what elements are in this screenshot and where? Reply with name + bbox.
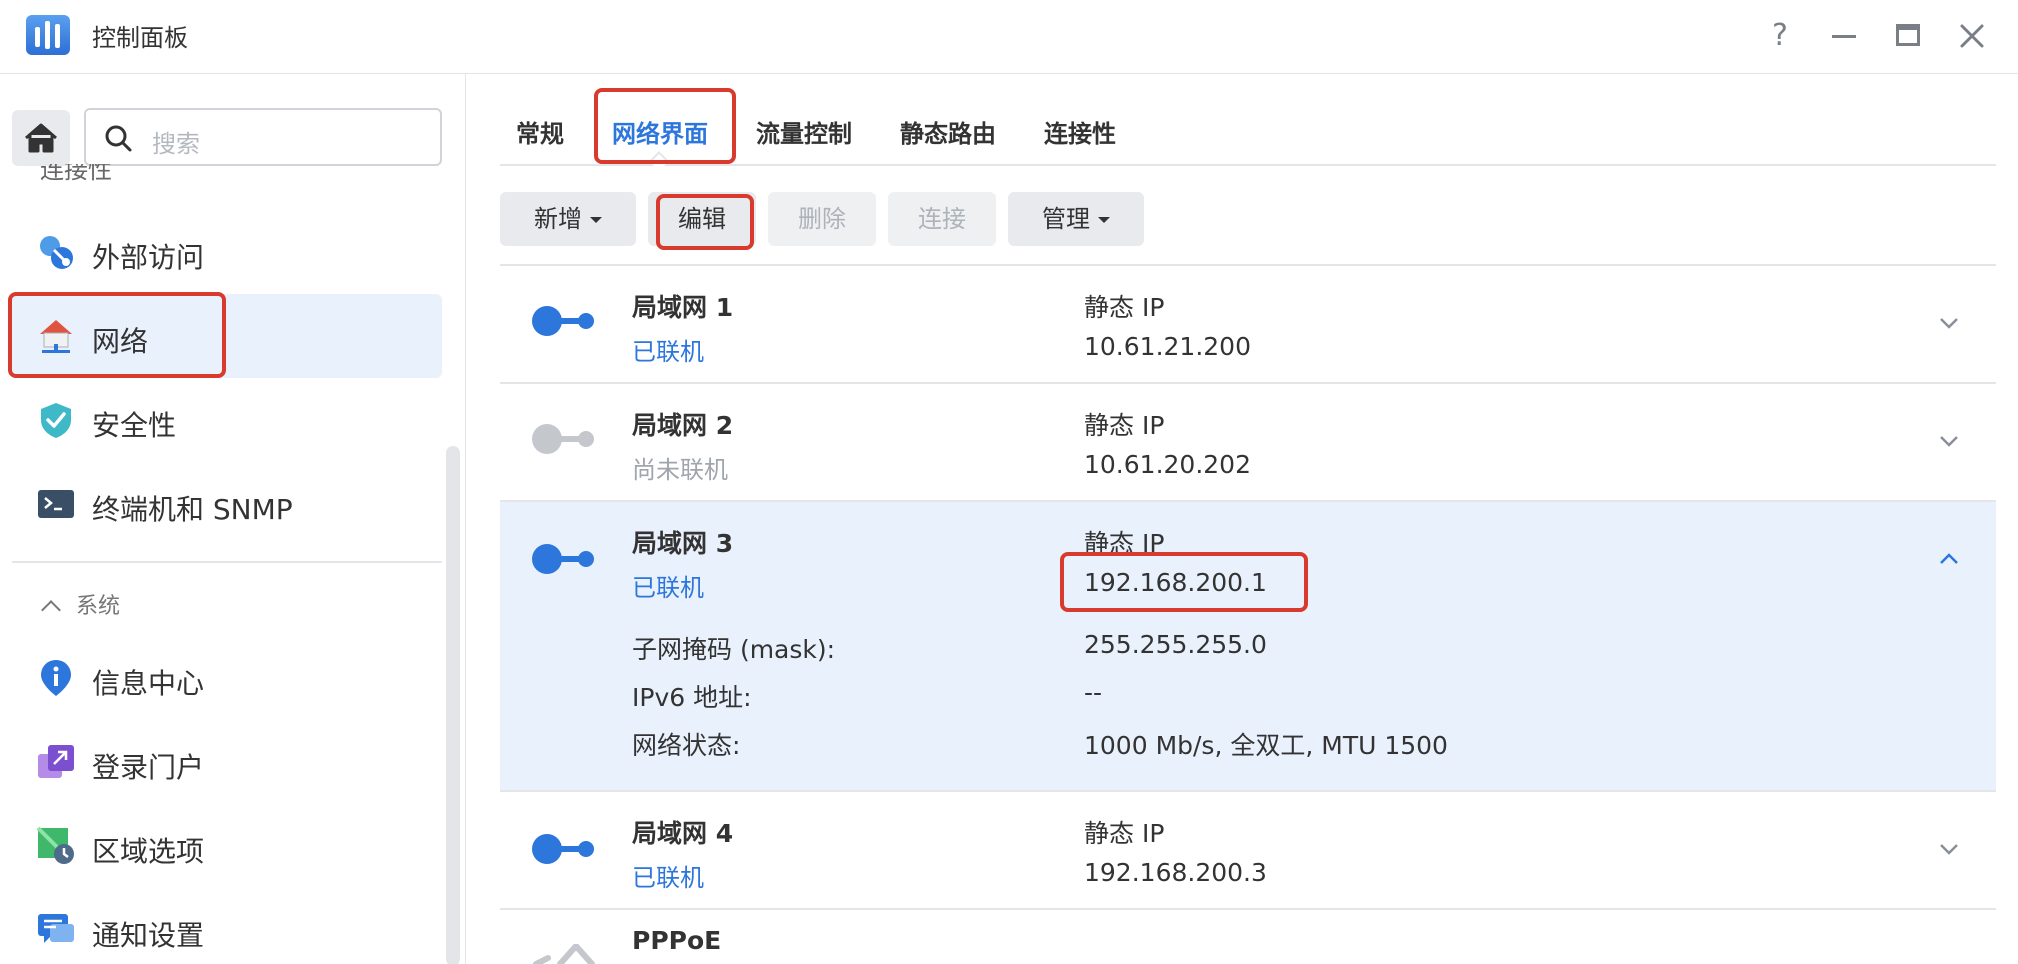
search-box[interactable]: 搜索 [84,108,442,166]
chevron-down-icon[interactable] [1938,312,1960,334]
interface-row-lan2[interactable]: 局域网 2 尚未联机 静态 IP 10.61.20.202 [500,384,1996,502]
sidebar-item-label: 登录门户 [92,751,205,784]
minimize-icon [1832,35,1856,38]
sidebar-item-connectivity-partial[interactable]: 连接性 [40,164,112,184]
shield-icon [41,403,71,438]
interface-ip: 10.61.21.200 [1084,332,1251,361]
interface-ip: 192.168.200.3 [1084,858,1267,887]
delete-button[interactable]: 删除 [768,192,876,246]
pppoe-icon [533,944,595,964]
maximize-icon [1896,24,1920,46]
maximize-button[interactable] [1886,14,1930,58]
home-icon [25,123,57,153]
sidebar-item-label: 外部访问 [92,241,205,274]
sidebar-scrollbar[interactable] [446,446,460,964]
region-icon [36,826,74,864]
sidebar-item-label: 安全性 [92,409,177,442]
sidebar-item-security[interactable]: 安全性 [12,378,442,462]
sidebar-item-notifications[interactable]: 通知设置 [12,888,442,964]
sidebar: 搜索 连接性 外部访问 网络 安全性 终端机和 SNMP 系统 信息中心 登录门… [0,74,466,964]
interface-status: 已联机 [632,864,704,892]
interface-type: 静态 IP [1084,293,1165,322]
tab-bar: 常规 网络界面 流量控制 静态路由 连接性 [500,74,1996,171]
minimize-button[interactable] [1822,14,1866,58]
sidebar-item-label: 信息中心 [92,667,205,700]
detail-label-ipv6: IPv6 地址: [632,683,752,712]
chevron-down-icon[interactable] [1938,430,1960,452]
port-connected-icon [532,834,596,864]
interface-list: 局域网 1 已联机 静态 IP 10.61.21.200 局域网 2 尚未联机 … [500,264,1996,964]
interface-type: 静态 IP [1084,819,1165,848]
chevron-down-icon[interactable] [1938,838,1960,860]
external-access-icon [40,236,73,269]
chevron-up-icon [41,600,61,620]
highlight-network [8,292,226,378]
highlight-edit [656,194,754,250]
interface-name: 局域网 2 [632,411,734,440]
control-panel-icon [26,15,70,55]
interface-name: 局域网 4 [632,819,734,848]
login-portal-icon [38,745,74,778]
sidebar-item-label: 区域选项 [92,835,205,868]
interface-ip: 10.61.20.202 [1084,450,1251,479]
sidebar-item-external-access[interactable]: 外部访问 [12,210,442,294]
close-icon [1960,24,1984,48]
detail-value-status: 1000 Mb/s, 全双工, MTU 1500 [1084,731,1448,760]
search-icon [105,125,132,152]
sidebar-item-label: 终端机和 SNMP [92,493,293,526]
interface-row-lan3[interactable]: 局域网 3 已联机 静态 IP 192.168.200.1 子网掩码 (mask… [500,502,1996,792]
connect-button[interactable]: 连接 [888,192,996,246]
tab-connectivity[interactable]: 连接性 [1044,114,1116,149]
sidebar-item-info-center[interactable]: 信息中心 [12,636,442,720]
tab-traffic-control[interactable]: 流量控制 [756,114,852,149]
interface-row-lan4[interactable]: 局域网 4 已联机 静态 IP 192.168.200.3 [500,792,1996,910]
chevron-up-icon[interactable] [1938,548,1960,570]
interface-name: 局域网 1 [632,293,734,322]
terminal-icon [38,490,74,518]
detail-value-ipv6: -- [1084,678,1103,707]
port-disconnected-icon [532,424,596,454]
caret-down-icon [1098,217,1110,223]
port-connected-icon [532,306,596,336]
sidebar-divider [12,561,442,563]
detail-value-mask: 255.255.255.0 [1084,630,1267,659]
interface-row-pppoe[interactable]: PPPoE [500,910,1996,964]
highlight-ip [1060,552,1308,612]
interface-status: 尚未联机 [632,456,728,484]
add-button[interactable]: 新增 [500,192,636,246]
detail-label-status: 网络状态: [632,731,741,760]
highlight-tab [594,88,736,164]
interface-name: 局域网 3 [632,529,734,558]
interface-name: PPPoE [632,926,722,955]
interface-status: 已联机 [632,338,704,366]
tab-general[interactable]: 常规 [516,114,564,149]
section-system[interactable]: 系统 [41,588,120,620]
tab-static-route[interactable]: 静态路由 [900,114,996,149]
manage-button[interactable]: 管理 [1008,192,1144,246]
sidebar-item-terminal-snmp[interactable]: 终端机和 SNMP [12,462,442,546]
port-connected-icon [532,544,596,574]
info-icon [41,660,71,696]
sidebar-item-label: 通知设置 [92,919,205,952]
caret-down-icon [590,217,602,223]
interface-type: 静态 IP [1084,411,1165,440]
window-title: 控制面板 [92,24,188,52]
notification-icon [38,914,74,943]
sidebar-item-login-portal[interactable]: 登录门户 [12,720,442,804]
search-input[interactable]: 搜索 [152,124,200,159]
sidebar-item-regional-options[interactable]: 区域选项 [12,804,442,888]
close-button[interactable] [1950,14,1994,58]
interface-status: 已联机 [632,574,704,602]
home-button[interactable] [12,110,70,166]
detail-label-mask: 子网掩码 (mask): [632,635,836,664]
title-bar: 控制面板 ? [0,0,2018,74]
help-button[interactable]: ? [1758,14,1802,58]
interface-row-lan1[interactable]: 局域网 1 已联机 静态 IP 10.61.21.200 [500,266,1996,384]
